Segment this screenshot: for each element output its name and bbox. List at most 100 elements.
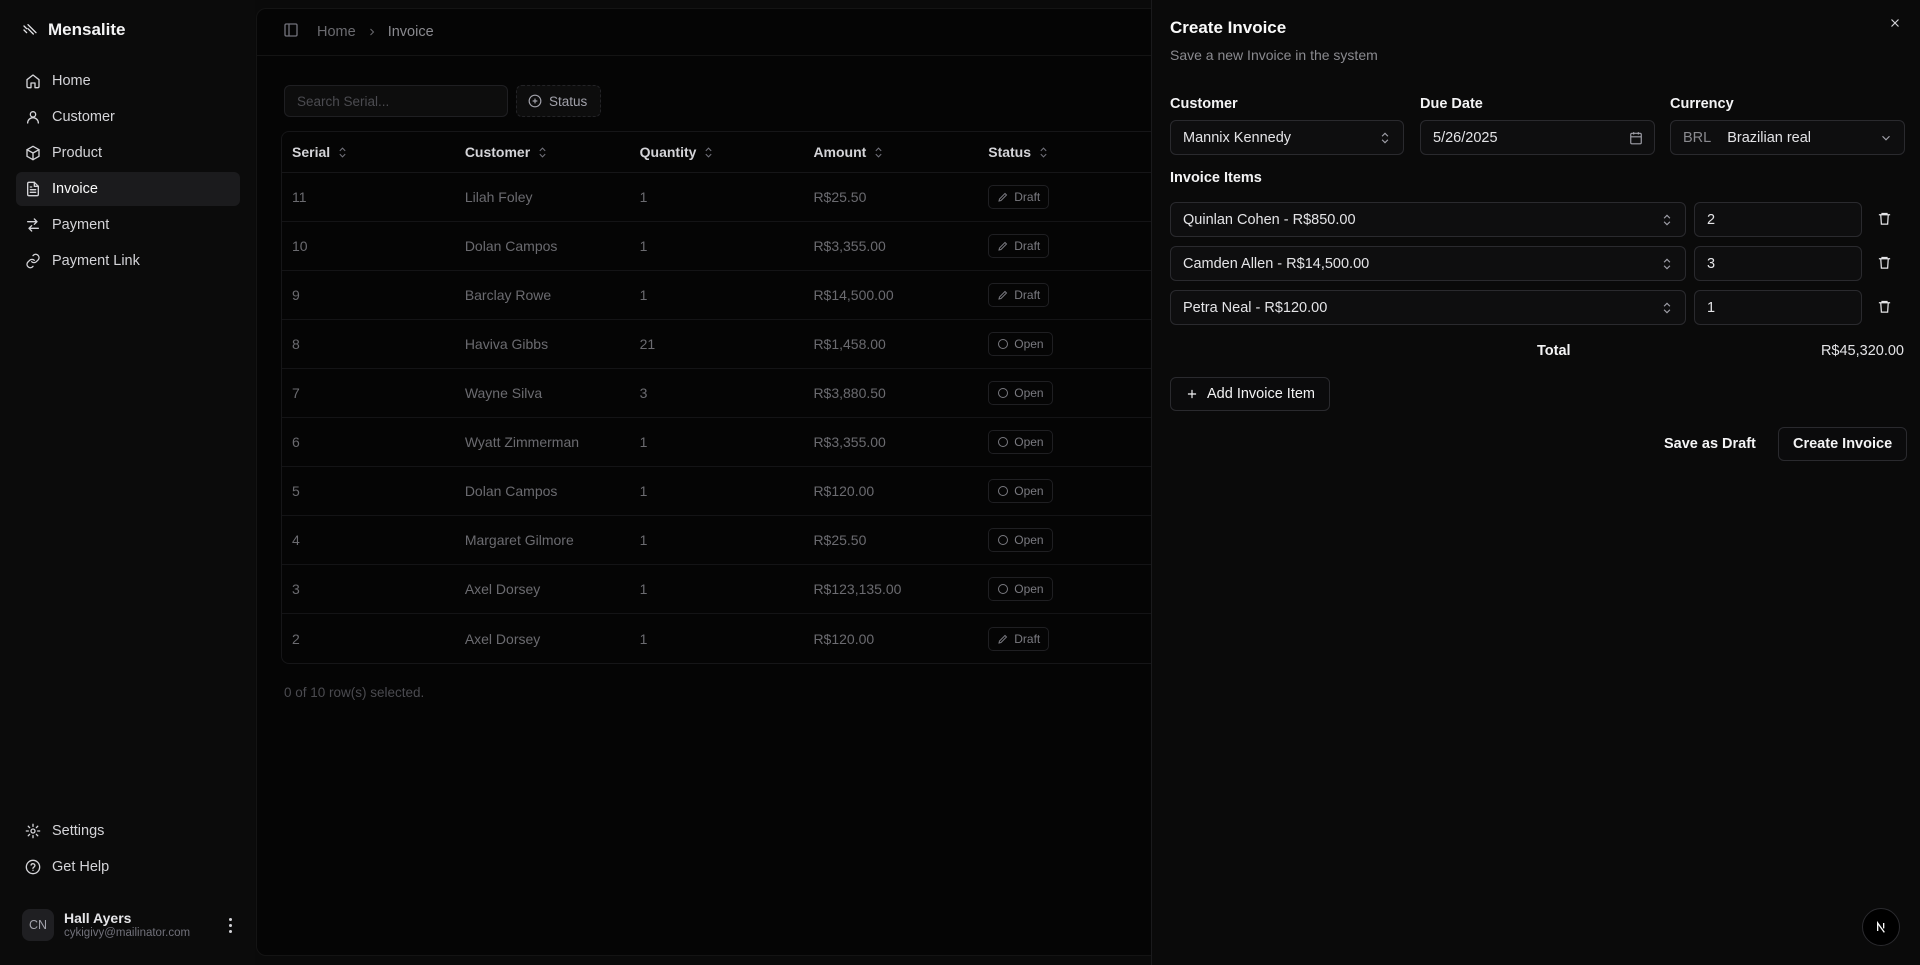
currency-select[interactable]: BRL Brazilian real [1670, 120, 1905, 155]
cell-serial: 3 [292, 581, 300, 597]
breadcrumb: Home Invoice [317, 24, 434, 40]
cell-customer: Margaret Gilmore [464, 532, 574, 548]
sidebar-item-product[interactable]: Product [16, 136, 240, 170]
calendar-icon [1630, 132, 1642, 145]
table-header: Serial Customer Quantity Amount Status [282, 132, 1181, 173]
sidebar-item-label: Product [52, 145, 102, 161]
trash-icon [1878, 212, 1891, 225]
cell-quantity: 1 [639, 287, 648, 303]
more-vertical-icon[interactable] [220, 914, 240, 936]
cell-customer: Wayne Silva [464, 385, 543, 401]
sidebar-item-payment-link[interactable]: Payment Link [16, 244, 240, 278]
delete-item-button[interactable] [1877, 255, 1895, 273]
invoice-item-quantity-input[interactable] [1694, 290, 1862, 325]
status-badge-label: Draft [1014, 631, 1041, 646]
column-header-quantity[interactable]: Quantity [632, 144, 807, 160]
invoice-item-product-select[interactable]: Quinlan Cohen - R$850.00 [1170, 202, 1686, 237]
cell-quantity: 1 [639, 189, 648, 205]
panel-title: Create Invoice [1170, 18, 1287, 37]
currency-code: BRL [1683, 129, 1712, 146]
sort-icon [539, 146, 546, 158]
cell-amount: R$120.00 [813, 630, 875, 647]
customer-select[interactable]: Mannix Kennedy [1170, 120, 1404, 155]
table-row[interactable]: 4 Margaret Gilmore 1 R$25.50 Open [282, 516, 1181, 565]
breadcrumb-home[interactable]: Home [317, 24, 356, 40]
table-row[interactable]: 9 Barclay Rowe 1 R$14,500.00 Draft [282, 271, 1181, 320]
cell-quantity: 1 [639, 532, 648, 548]
sidebar-item-label: Get Help [52, 859, 110, 875]
sidebar-item-settings[interactable]: Settings [16, 814, 240, 848]
column-header-serial[interactable]: Serial [282, 144, 457, 160]
invoice-item-quantity-input[interactable] [1694, 246, 1862, 281]
column-header-amount[interactable]: Amount [806, 144, 981, 160]
status-badge: Open [988, 577, 1053, 601]
invoice-item-product: Camden Allen - R$14,500.00 [1183, 255, 1370, 272]
status-badge-label: Draft [1014, 190, 1041, 204]
table-row[interactable]: 7 Wayne Silva 3 R$3,880.50 Open [282, 369, 1181, 418]
status-badge: Open [988, 332, 1053, 356]
sidebar-item-customer[interactable]: Customer [16, 100, 240, 134]
user-profile[interactable]: CN Hall Ayers cykigivy@mailinator.com [22, 906, 240, 944]
sidebar-bottom-nav: Settings Get Help [16, 814, 240, 886]
chevrons-up-down-icon [1663, 214, 1671, 226]
table-row[interactable]: 6 Wyatt Zimmerman 1 R$3,355.00 Open [282, 418, 1181, 467]
circle-icon [998, 339, 1009, 349]
invoice-item-quantity-input[interactable] [1694, 202, 1862, 237]
search-input[interactable] [284, 85, 508, 117]
cell-customer: Axel Dorsey [464, 581, 541, 597]
status-badge-label: Open [1014, 435, 1044, 449]
table-row[interactable]: 10 Dolan Campos 1 R$3,355.00 Draft [282, 222, 1181, 271]
nextjs-devtools-button[interactable] [1862, 908, 1900, 946]
invoice-item-product-select[interactable]: Petra Neal - R$120.00 [1170, 290, 1686, 325]
column-header-customer[interactable]: Customer [457, 144, 632, 160]
pencil-icon [998, 241, 1008, 251]
table-row[interactable]: 8 Haviva Gibbs 21 R$1,458.00 Open [282, 320, 1181, 369]
status-badge-label: Draft [1014, 288, 1041, 302]
total-value: R$45,320.00 [1820, 343, 1904, 359]
column-header-label: Amount [813, 144, 867, 160]
sidebar-item-payment[interactable]: Payment [16, 208, 240, 242]
brand[interactable]: Mensalite [22, 20, 125, 40]
cell-serial: 7 [292, 385, 300, 401]
package-icon [26, 145, 40, 161]
invoice-item-product: Petra Neal - R$120.00 [1183, 299, 1328, 316]
cell-serial: 8 [292, 336, 300, 352]
brand-name: Mensalite [48, 20, 126, 39]
table-row[interactable]: 2 Axel Dorsey 1 R$120.00 Draft [282, 614, 1181, 663]
create-invoice-button[interactable]: Create Invoice [1778, 427, 1908, 461]
cell-customer: Barclay Rowe [464, 287, 552, 303]
status-filter-button[interactable]: Status [516, 85, 602, 117]
column-header-label: Customer [464, 144, 531, 160]
sidebar-item-invoice[interactable]: Invoice [16, 172, 240, 206]
sidebar-item-home[interactable]: Home [16, 64, 240, 98]
house-icon [26, 74, 40, 89]
invoice-item-product-select[interactable]: Camden Allen - R$14,500.00 [1170, 246, 1686, 281]
cell-customer: Wyatt Zimmerman [464, 434, 580, 450]
table-row[interactable]: 5 Dolan Campos 1 R$120.00 Open [282, 467, 1181, 516]
invoice-table: Serial Customer Quantity Amount Status 1… [281, 131, 1181, 664]
table-row[interactable]: 11 Lilah Foley 1 R$25.50 Draft [282, 173, 1181, 222]
sidebar-item-label: Settings [52, 823, 105, 839]
table-toolbar: Status [284, 85, 602, 117]
sidebar-toggle-button[interactable] [283, 22, 299, 43]
cell-serial: 11 [292, 189, 307, 205]
status-badge-label: Open [1014, 484, 1044, 498]
add-invoice-item-button[interactable]: Add Invoice Item [1170, 377, 1330, 411]
avatar: CN [22, 909, 54, 941]
due-date-picker[interactable]: 5/26/2025 [1420, 120, 1655, 155]
save-as-draft-button[interactable]: Save as Draft [1654, 427, 1766, 461]
close-button[interactable] [1888, 16, 1904, 32]
cell-customer: Axel Dorsey [464, 630, 541, 647]
table-row[interactable]: 3 Axel Dorsey 1 R$123,135.00 Open [282, 565, 1181, 614]
delete-item-button[interactable] [1877, 299, 1895, 317]
plus-icon [1187, 389, 1197, 399]
circle-icon [998, 535, 1009, 545]
cell-amount: R$3,355.00 [813, 434, 886, 450]
sidebar-item-get-help[interactable]: Get Help [16, 850, 240, 884]
pencil-icon [998, 290, 1008, 300]
delete-item-button[interactable] [1877, 211, 1895, 229]
column-header-label: Quantity [639, 144, 697, 160]
cell-amount: R$3,880.50 [813, 385, 886, 401]
link-icon [26, 253, 40, 269]
main-content: Home Invoice Status Serial Customer Quan… [256, 8, 1181, 956]
